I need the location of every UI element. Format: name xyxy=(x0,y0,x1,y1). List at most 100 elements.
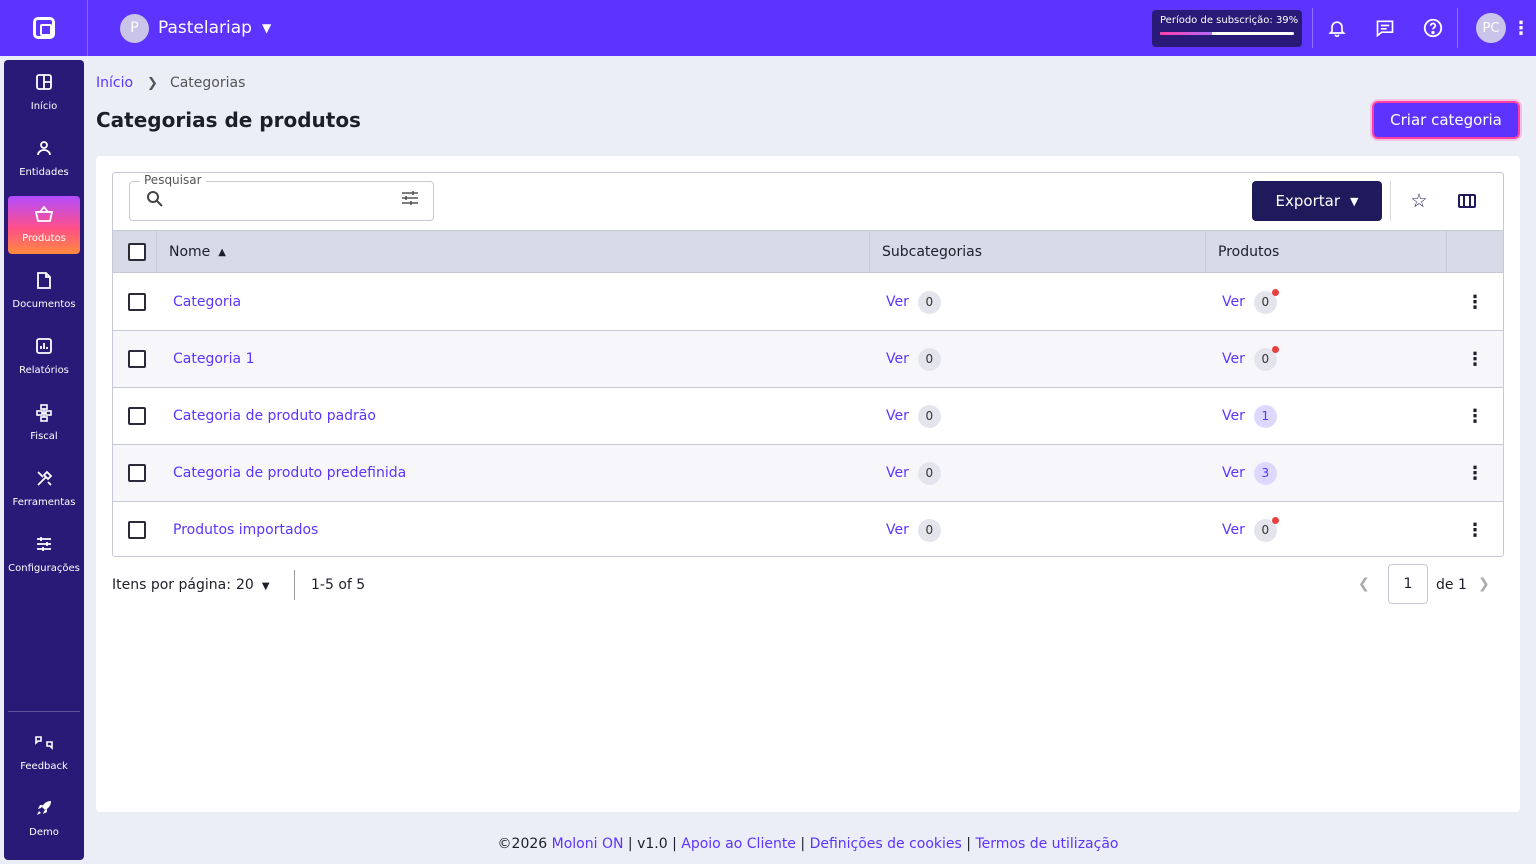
sidebar-item-label: Produtos xyxy=(22,233,66,244)
view-products-link[interactable]: Ver xyxy=(1222,294,1245,310)
subcategories-count-badge: 0 xyxy=(917,347,941,371)
view-subcategories-link[interactable]: Ver xyxy=(886,294,909,310)
company-switcher[interactable]: P Pastelariap ▼ xyxy=(120,13,272,43)
sidebar-divider xyxy=(8,711,80,712)
table-row[interactable]: Categoria Ver 0 Ver 0 ⋮ xyxy=(113,274,1503,331)
view-subcategories-link[interactable]: Ver xyxy=(886,522,909,538)
chevron-down-icon: ▼ xyxy=(261,21,272,35)
view-subcategories-link[interactable]: Ver xyxy=(886,408,909,424)
subcategories-count-badge: 0 xyxy=(917,461,941,485)
company-avatar: P xyxy=(120,13,149,43)
chevron-down-icon: ▼ xyxy=(261,581,270,592)
sidebar-item-demo[interactable]: Demo xyxy=(8,790,80,848)
column-header-name[interactable]: Nome ▲ xyxy=(169,231,226,273)
footer-brand-link[interactable]: Moloni ON xyxy=(552,836,624,852)
row-checkbox[interactable] xyxy=(128,407,146,425)
chevron-left-icon[interactable]: ❮ xyxy=(1358,576,1370,592)
row-more-icon[interactable]: ⋮ xyxy=(1463,445,1487,501)
row-checkbox[interactable] xyxy=(128,293,146,311)
basket-icon xyxy=(34,205,54,228)
products-cell: Ver 0 xyxy=(1222,502,1279,556)
help-icon[interactable] xyxy=(1409,0,1457,56)
sidebar-item-inicio[interactable]: Início xyxy=(8,64,80,122)
topbar-actions: Período de subscrição: 39% PC ⋮ xyxy=(1152,0,1536,56)
breadcrumb-home-link[interactable]: Início xyxy=(96,75,133,91)
sidebar-item-configuracoes[interactable]: Configurações xyxy=(8,526,80,584)
per-page-select[interactable]: 20 ▼ xyxy=(236,577,270,593)
subscription-period[interactable]: Período de subscrição: 39% xyxy=(1152,9,1302,47)
row-more-icon[interactable]: ⋮ xyxy=(1463,274,1487,330)
subcategories-cell: Ver 0 xyxy=(886,274,941,330)
category-name-link[interactable]: Categoria 1 xyxy=(173,351,255,367)
table-row[interactable]: Categoria 1 Ver 0 Ver 0 ⋮ xyxy=(113,331,1503,388)
table-row[interactable]: Categoria de produto predefinida Ver 0 Ver 3… xyxy=(113,445,1503,502)
sidebar-item-label: Ferramentas xyxy=(12,497,76,508)
sidebar-item-label: Configurações xyxy=(8,563,80,574)
bell-icon[interactable] xyxy=(1313,0,1361,56)
page-number-input[interactable]: 1 xyxy=(1388,564,1428,604)
subscription-text: Período de subscrição: 39% xyxy=(1160,14,1299,26)
view-products-link[interactable]: Ver xyxy=(1222,522,1245,538)
table-header: Nome ▲ Subcategorias Produtos xyxy=(113,230,1503,273)
view-products-link[interactable]: Ver xyxy=(1222,465,1245,481)
row-checkbox[interactable] xyxy=(128,464,146,482)
sidebar-item-entidades[interactable]: Entidades xyxy=(8,130,80,188)
sidebar: Início Entidades Produtos Documentos Rel… xyxy=(4,60,84,860)
view-products-link[interactable]: Ver xyxy=(1222,408,1245,424)
chevron-right-icon[interactable]: ❯ xyxy=(1478,576,1490,592)
sidebar-item-documentos[interactable]: Documentos xyxy=(8,262,80,320)
table-row[interactable]: Produtos importados Ver 0 Ver 0 ⋮ xyxy=(113,502,1503,556)
column-header-name-label: Nome xyxy=(169,244,211,260)
sidebar-item-feedback[interactable]: Feedback xyxy=(8,724,80,782)
footer-terms-link[interactable]: Termos de utilização xyxy=(975,836,1118,852)
subscription-progress-fill xyxy=(1160,31,1213,35)
category-name-link[interactable]: Categoria xyxy=(173,294,241,310)
more-vertical-icon[interactable]: ⋮ xyxy=(1506,0,1536,56)
subcategories-cell: Ver 0 xyxy=(886,445,941,501)
page-title: Categorias de produtos xyxy=(96,108,361,132)
products-count: 0 xyxy=(1261,352,1270,366)
create-category-button[interactable]: Criar categoria xyxy=(1372,101,1520,139)
column-divider xyxy=(1205,231,1206,273)
sidebar-item-fiscal[interactable]: Fiscal xyxy=(8,394,80,452)
search-field[interactable]: Pesquisar xyxy=(129,173,434,221)
app-logo[interactable] xyxy=(0,0,88,56)
feedback-icon xyxy=(34,734,54,756)
sidebar-item-label: Fiscal xyxy=(30,431,58,442)
select-all-checkbox[interactable] xyxy=(128,243,146,261)
columns-icon[interactable] xyxy=(1453,187,1481,215)
footer-version: v1.0 xyxy=(637,836,668,852)
alert-dot xyxy=(1271,516,1279,524)
products-count-badge: 1 xyxy=(1253,404,1277,428)
row-more-icon[interactable]: ⋮ xyxy=(1463,388,1487,444)
table-row[interactable]: Categoria de produto padrão Ver 0 Ver 1 ⋮ xyxy=(113,388,1503,445)
search-icon xyxy=(146,190,164,213)
row-more-icon[interactable]: ⋮ xyxy=(1463,502,1487,556)
category-name-link[interactable]: Produtos importados xyxy=(173,522,318,538)
subcategories-cell: Ver 0 xyxy=(886,331,941,387)
fiscal-icon xyxy=(36,404,52,426)
category-name-link[interactable]: Categoria de produto predefinida xyxy=(173,465,406,481)
breadcrumb-current: Categorias xyxy=(169,75,246,91)
category-name-link[interactable]: Categoria de produto padrão xyxy=(173,408,376,424)
user-avatar[interactable]: PC xyxy=(1476,13,1506,43)
chat-icon[interactable] xyxy=(1361,0,1409,56)
row-checkbox[interactable] xyxy=(128,350,146,368)
view-subcategories-link[interactable]: Ver xyxy=(886,351,909,367)
sidebar-item-produtos[interactable]: Produtos xyxy=(8,196,80,254)
footer-cookies-link[interactable]: Definições de cookies xyxy=(810,836,962,852)
filter-icon[interactable] xyxy=(401,190,419,210)
row-more-icon[interactable]: ⋮ xyxy=(1463,331,1487,387)
row-checkbox[interactable] xyxy=(128,521,146,539)
category-name-cell: Categoria 1 xyxy=(173,331,255,387)
sidebar-item-ferramentas[interactable]: Ferramentas xyxy=(8,460,80,518)
view-products-link[interactable]: Ver xyxy=(1222,351,1245,367)
export-button[interactable]: Exportar ▼ xyxy=(1252,181,1382,221)
star-icon[interactable]: ☆ xyxy=(1405,187,1433,215)
view-subcategories-link[interactable]: Ver xyxy=(886,465,909,481)
sidebar-item-relatorios[interactable]: Relatórios xyxy=(8,328,80,386)
search-input[interactable] xyxy=(174,190,384,212)
footer-support-link[interactable]: Apoio ao Cliente xyxy=(681,836,796,852)
products-count-badge: 0 xyxy=(1253,345,1279,371)
export-label: Exportar xyxy=(1275,192,1340,210)
